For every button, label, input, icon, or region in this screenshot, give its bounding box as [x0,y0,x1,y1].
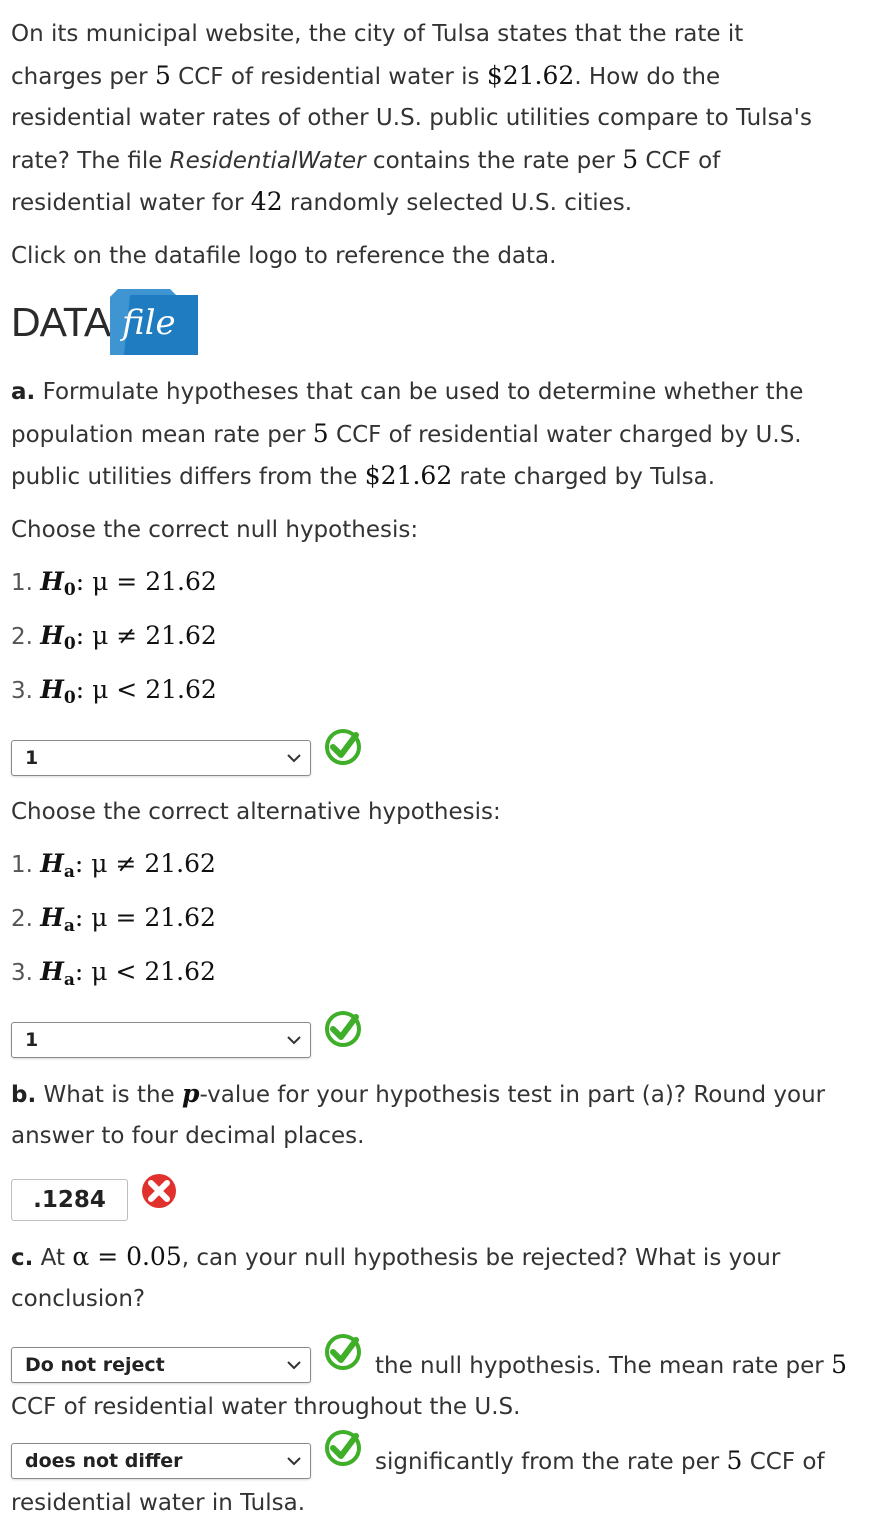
alt-option: 1. Ha: μ ≠ 21.62 [11,849,216,882]
part-c-question: c. At α = 0.05, can your null hypothesis… [11,1242,781,1271]
chevron-down-icon [287,754,301,763]
check-icon [325,1011,361,1047]
logo-data-text: DATA [11,299,111,345]
alt-hypothesis-select[interactable]: 1 [11,1022,311,1058]
null-option: 3. H0: μ < 21.62 [11,675,217,708]
alt-prompt: Choose the correct alternative hypothesi… [11,799,501,825]
logo-file-text: file [122,303,176,343]
part-b-question: answer to four decimal places. [11,1123,365,1149]
null-option: 1. H0: μ = 21.62 [11,567,217,600]
check-icon [325,729,361,765]
chevron-down-icon [287,1457,301,1466]
conclusion-text: CCF of residential water throughout the … [11,1394,521,1420]
click-instruction: Click on the datafile logo to reference … [11,243,557,269]
intro-line: residential water for 42 randomly select… [11,187,633,216]
alt-option: 3. Ha: μ < 21.62 [11,957,216,990]
reject-decision-select[interactable]: Do not reject [11,1347,311,1383]
conclusion-text: the null hypothesis. The mean rate per 5 [375,1350,847,1379]
part-a-question: population mean rate per 5 CCF of reside… [11,419,802,448]
chevron-down-icon [287,1361,301,1370]
part-a-question: public utilities differs from the $21.62… [11,461,716,490]
file-name: ResidentialWater [169,148,366,174]
alt-option: 2. Ha: μ = 21.62 [11,903,216,936]
difference-select[interactable]: does not differ [11,1443,311,1479]
null-option: 2. H0: μ ≠ 21.62 [11,621,217,654]
check-icon [325,1430,361,1466]
p-value-input[interactable]: .1284 [11,1179,128,1221]
x-icon [142,1174,176,1208]
null-hypothesis-select[interactable]: 1 [11,740,311,776]
conclusion-text: significantly from the rate per 5 CCF of [375,1446,825,1475]
chevron-down-icon [287,1036,301,1045]
part-a-question: a. Formulate hypotheses that can be used… [11,379,804,405]
part-c-question: conclusion? [11,1286,146,1312]
intro-line: charges per 5 CCF of residential water i… [11,61,721,90]
null-prompt: Choose the correct null hypothesis: [11,517,419,543]
intro-line: residential water rates of other U.S. pu… [11,105,812,131]
conclusion-text: residential water in Tulsa. [11,1490,306,1516]
intro-line: rate? The file ResidentialWater contains… [11,145,721,174]
intro-line: On its municipal website, the city of Tu… [11,21,744,47]
part-b-question: b. What is the p-value for your hypothes… [11,1079,826,1108]
check-icon [325,1334,361,1370]
datafile-logo[interactable]: DATA file [11,289,201,355]
